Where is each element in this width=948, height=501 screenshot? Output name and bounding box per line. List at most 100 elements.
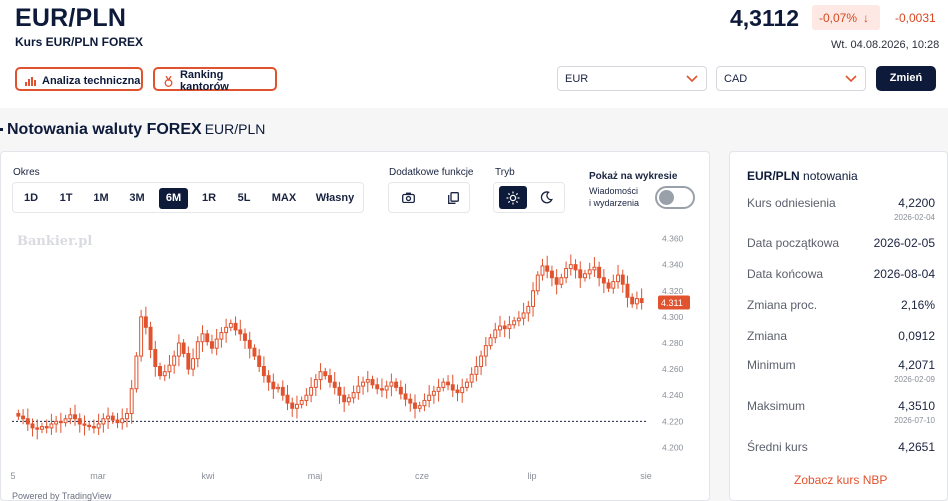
candle-body [531,290,536,307]
candle-body [379,388,384,391]
candle-body [389,381,394,387]
candle-body [195,341,200,360]
nbp-rate-link[interactable]: Zobacz kurs NBP [794,473,887,487]
pair-subtitle: Kurs EUR/PLN FOREX [15,35,144,49]
news-toggle[interactable] [655,186,695,209]
y-tick-label: 4.200 [662,442,684,452]
stat-label: Kurs odniesienia [747,196,836,210]
candle-body [49,423,54,429]
candle-body [356,385,361,394]
candle-body [545,265,550,272]
candle-body [40,426,44,430]
candle-body [110,415,115,421]
y-tick-label: 4.300 [662,312,684,322]
candle-body [559,277,564,285]
candle-body [535,274,540,292]
period-1t-button[interactable]: 1T [51,188,81,209]
stat-label: Minimum [747,358,796,372]
technical-analysis-label: Analiza techniczna [42,75,141,87]
stat-value: 4,2651 [898,440,935,454]
candle-body [238,329,243,335]
candle-body [493,329,498,339]
x-tick-label: cze [415,471,429,481]
stat-date: 2026-02-04 [894,213,935,222]
candle-body [96,423,101,429]
candle-body [261,366,266,377]
currency-to-select[interactable]: CAD [716,66,866,91]
candle-body [82,423,87,426]
candle-body [233,322,238,331]
candle-body [186,352,191,370]
candle-body [68,414,73,420]
candle-body [488,337,493,347]
period-3m-button[interactable]: 3M [122,188,152,209]
period-6m-button[interactable]: 6M [159,188,188,209]
y-tick-label: 4.360 [662,234,684,244]
candle-body [87,424,92,428]
candle-body [134,355,139,390]
news-label-line1: Wiadomości [589,186,639,196]
candle-body [313,379,318,388]
candle-body [129,388,134,415]
candle-body [583,273,587,279]
change-absolute: -0,0031 [895,11,936,25]
period-custom-button[interactable]: Własny [311,188,359,209]
candle-body [44,426,49,429]
period-1m-button[interactable]: 1M [86,188,116,209]
candle-body [408,398,413,404]
y-tick-label: 4.320 [662,286,684,296]
copy-icon [447,191,459,204]
candle-body [625,283,630,298]
period-max-button[interactable]: MAX [266,188,302,209]
bullet-icon [0,128,3,132]
period-1d-button[interactable]: 1D [16,188,46,209]
update-timestamp: Wt. 04.08.2026, 10:28 [831,39,940,51]
candle-body [299,399,304,405]
currency-from-select[interactable]: EUR [557,66,707,91]
period-label: Okres [13,167,40,178]
candle-body [167,364,172,373]
light-mode-button[interactable] [499,186,527,209]
screenshot-button[interactable] [394,186,422,209]
stat-value: 2026-02-05 [873,236,935,250]
candle-body [616,274,620,283]
candle-body [228,322,233,328]
x-tick-label: kwi [202,471,215,481]
candle-body [332,381,337,388]
candle-body [587,269,592,275]
section-title-text: Notowania waluty FOREX [7,121,202,138]
change-pair-button[interactable]: Zmień [876,66,936,91]
candle-body [394,381,399,388]
copy-button[interactable] [439,186,467,209]
candlestick-chart[interactable]: 4.360 4.340 4.320 4.300 4.280 4.260 4.240 4.220… [10,230,700,485]
candle-body [16,413,21,417]
candle-body [115,419,120,424]
candle-body [597,266,602,279]
period-1r-button[interactable]: 1R [194,188,224,209]
candle-body [573,264,578,271]
candle-body [568,264,573,270]
quote-header [0,0,948,108]
candle-body [431,390,436,396]
candle-body [214,338,219,349]
y-tick-label: 4.260 [662,364,684,374]
mode-group [493,182,565,213]
exchange-ranking-label: Ranking kantorów [179,69,229,93]
exchange-ranking-button[interactable]: Ranking kantorów [153,67,277,93]
x-tick-label: mar [90,471,106,481]
period-5l-button[interactable]: 5L [229,188,259,209]
technical-analysis-button[interactable]: Analiza techniczna [15,67,143,91]
candle-body [200,333,205,343]
candle-body [181,342,186,354]
stat-label: Maksimum [747,399,806,413]
candle-body [413,402,417,409]
candle-body [441,381,446,388]
stat-value: 4,2200 [898,196,935,210]
stat-label: Średni kurs [747,440,808,454]
candle-body [464,381,469,388]
section-title: Notowania waluty FOREX EUR/PLN [0,121,265,139]
candle-body [139,316,144,357]
candle-body [578,269,583,279]
dark-mode-button[interactable] [532,186,560,209]
candle-body [328,375,332,383]
